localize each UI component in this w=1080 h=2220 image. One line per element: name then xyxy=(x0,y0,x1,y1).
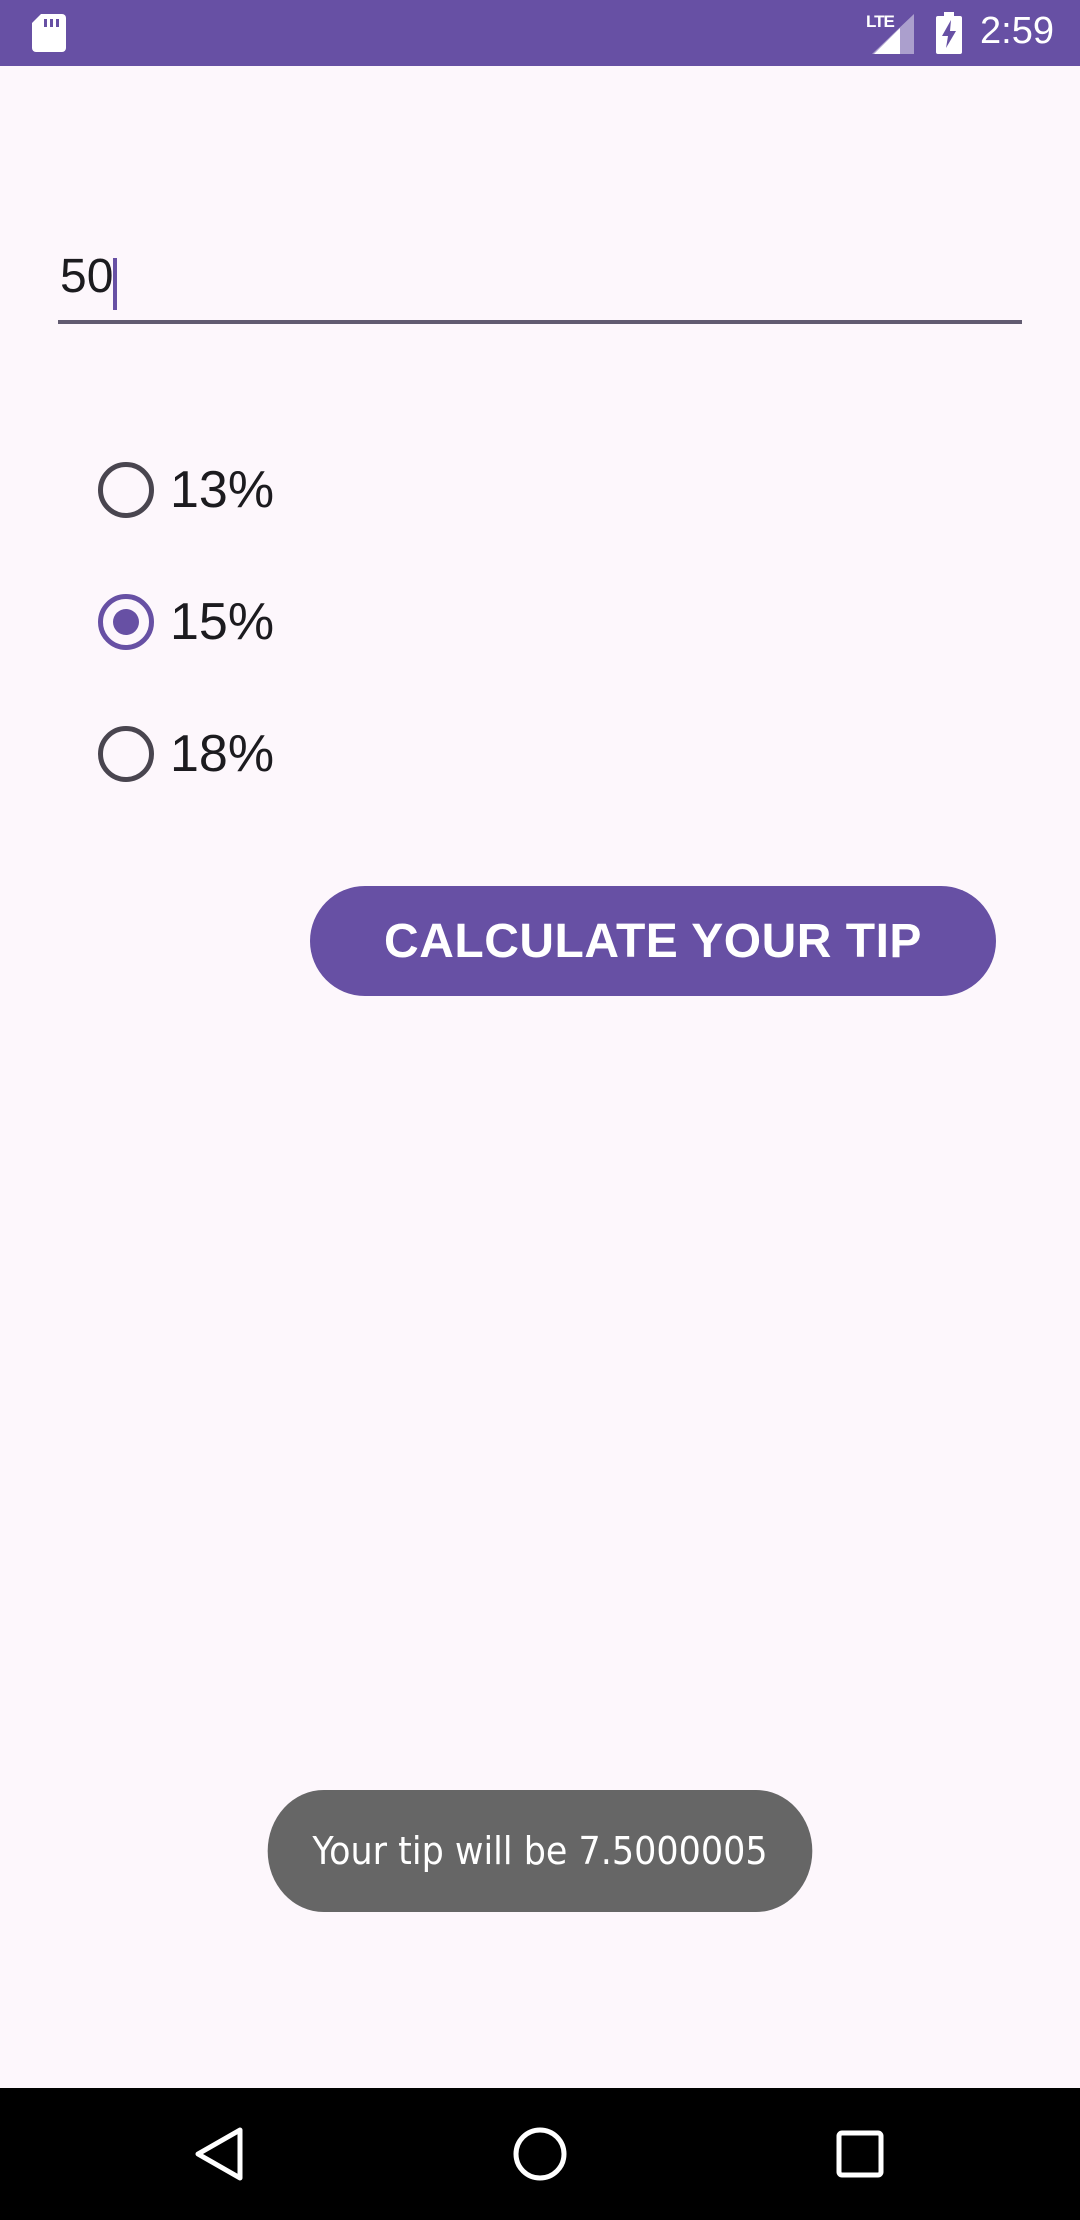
bill-amount-input[interactable] xyxy=(58,246,1022,324)
recents-icon[interactable] xyxy=(824,2118,896,2190)
radio-option-15[interactable]: 15% xyxy=(98,587,358,657)
radio-label: 15% xyxy=(170,593,275,651)
back-icon[interactable] xyxy=(184,2118,256,2190)
radio-checked-dot xyxy=(113,609,139,635)
radio-button-unchecked[interactable] xyxy=(98,726,154,782)
signal-icon xyxy=(872,14,914,54)
navigation-bar xyxy=(0,2088,1080,2220)
radio-label: 18% xyxy=(170,725,275,783)
radio-option-18[interactable]: 18% xyxy=(98,719,358,789)
calculate-tip-button[interactable]: CALCULATE YOUR TIP xyxy=(310,886,996,996)
sd-card-icon xyxy=(32,14,66,52)
home-icon[interactable] xyxy=(504,2118,576,2190)
toast-message: Your tip will be 7.5000005 xyxy=(267,1790,813,1912)
battery-charging-icon xyxy=(936,12,962,54)
radio-button-unchecked[interactable] xyxy=(98,462,154,518)
radio-label: 13% xyxy=(170,461,275,519)
status-bar: LTE 2:59 xyxy=(0,0,1080,66)
radio-button-checked[interactable] xyxy=(98,594,154,650)
status-time: 2:59 xyxy=(980,10,1054,52)
text-cursor xyxy=(113,258,117,310)
toast-text: Your tip will be 7.5000005 xyxy=(312,1829,768,1873)
radio-option-13[interactable]: 13% xyxy=(98,455,358,525)
